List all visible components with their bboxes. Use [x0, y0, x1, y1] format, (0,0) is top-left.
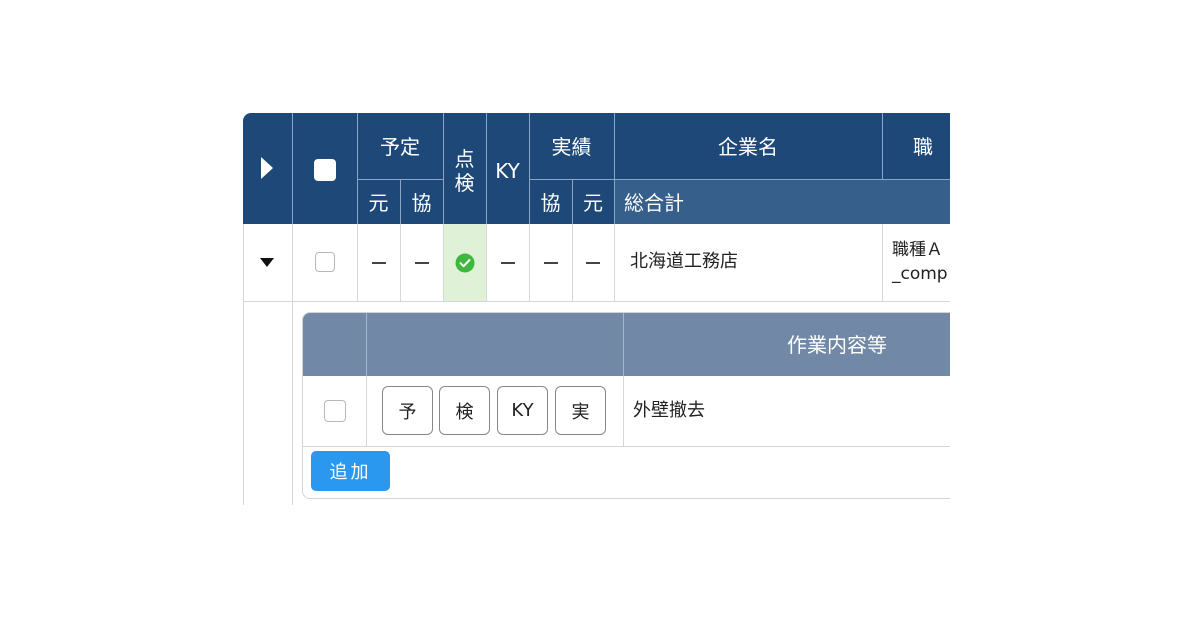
select-all-checkbox[interactable]: [314, 159, 336, 181]
company-name: 北海道工務店: [630, 251, 738, 272]
header-yotei-kyo: 協: [411, 191, 432, 215]
ky-button[interactable]: KY: [497, 386, 548, 435]
header-tenken: 点 検: [454, 147, 475, 195]
table-row[interactable]: 北海道工務店 職種Ａ _comp: [243, 224, 950, 301]
header-ky: KY: [495, 159, 520, 183]
tenken-cell[interactable]: [444, 224, 486, 301]
header-company: 企業名: [718, 135, 778, 159]
expand-all-icon[interactable]: [260, 156, 274, 180]
header-jisseki-moto: 元: [583, 191, 603, 215]
subtable-header-work: 作業内容等: [787, 333, 887, 357]
header-trade: 職: [913, 135, 933, 159]
kensa-button[interactable]: 検: [439, 386, 490, 435]
header-total: 総合計: [624, 191, 684, 215]
jisseki-button[interactable]: 実: [555, 386, 606, 435]
check-ok-icon: [455, 253, 475, 273]
yotei-moto-empty: [372, 262, 386, 264]
header-yotei: 予定: [380, 135, 420, 159]
row-checkbox[interactable]: [315, 252, 335, 272]
trade-line-2: _comp: [892, 264, 948, 284]
schedule-table: 予定 点 検 KY 実績 企業名 職 元 協 協 元 総合計 北海道工務店 職種…: [243, 113, 950, 505]
subrow-checkbox[interactable]: [324, 400, 346, 422]
yotei-button[interactable]: 予: [382, 386, 433, 435]
header-jisseki: 実績: [551, 135, 592, 159]
work-content: 外壁撤去: [633, 400, 705, 421]
jisseki-moto-empty: [586, 262, 600, 264]
work-subtable: 作業内容等 外壁撤去 予 検 KY 実 追加: [302, 312, 950, 499]
collapse-row-icon[interactable]: [260, 258, 274, 268]
header-yotei-moto: 元: [368, 191, 389, 215]
trade-line-1: 職種Ａ: [892, 240, 943, 260]
add-button[interactable]: 追加: [311, 451, 390, 491]
jisseki-kyo-empty: [544, 262, 558, 264]
yotei-kyo-empty: [415, 262, 429, 264]
header-jisseki-kyo: 協: [540, 191, 561, 215]
ky-empty: [501, 262, 515, 264]
